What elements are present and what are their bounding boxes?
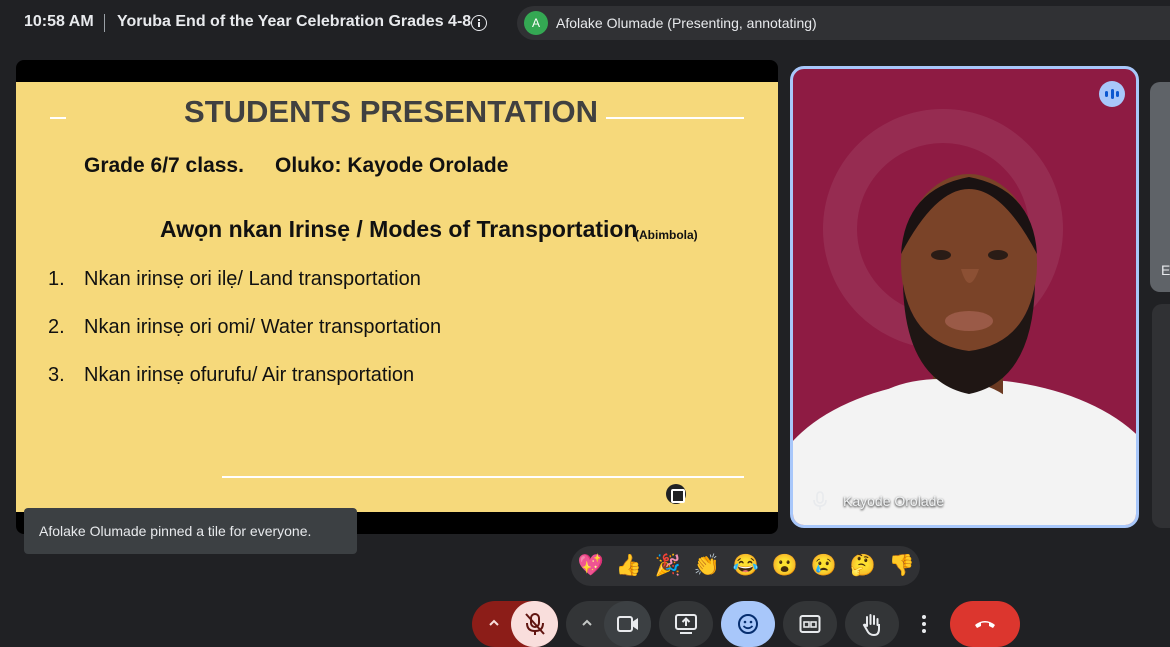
raise-hand-icon <box>862 614 880 636</box>
present-to-all-icon <box>675 614 697 634</box>
reaction-surprised[interactable]: 😮 <box>771 552 799 580</box>
list-text: Nkan irinsẹ ofurufu/ Air transportation <box>84 364 415 386</box>
slide-heading-note: (Abimbola) <box>635 228 698 242</box>
list-text: Nkan irinsẹ ori omi/ Water transportatio… <box>84 316 442 338</box>
call-end-icon <box>975 621 995 628</box>
slide-control-icon[interactable] <box>666 484 686 504</box>
notification-toast: Afolake Olumade pinned a tile for everyo… <box>24 508 357 554</box>
speaking-indicator-icon <box>1099 81 1125 107</box>
side-participant-tile[interactable] <box>1152 304 1170 528</box>
more-vert-icon <box>922 615 926 633</box>
slide-rule <box>222 476 744 478</box>
slide-heading: Awọn nkan Irinsẹ / Modes of Transportati… <box>160 216 638 242</box>
presentation-slide: STUDENTS PRESENTATION Grade 6/7 class. O… <box>16 82 778 512</box>
side-participant-tile[interactable]: E <box>1150 82 1170 292</box>
participant-video <box>793 174 1136 525</box>
participant-name: Kayode Orolade <box>843 493 945 509</box>
reaction-thumbs-up[interactable]: 👍 <box>615 552 643 580</box>
presenter-chip[interactable]: A Afolake Olumade (Presenting, annotatin… <box>517 6 1170 40</box>
reaction-thinking[interactable]: 🤔 <box>849 552 877 580</box>
reaction-laugh[interactable]: 😂 <box>732 552 760 580</box>
list-text: Nkan irinsẹ ori ilẹ/ Land transportation <box>84 268 421 290</box>
divider <box>104 14 105 32</box>
camera-toggle-button[interactable] <box>604 601 651 647</box>
mic-toggle-button[interactable] <box>511 601 558 647</box>
captions-button[interactable] <box>783 601 837 647</box>
side-participant-initial: E <box>1161 262 1170 278</box>
meeting-title: Yoruba End of the Year Celebration Grade… <box>117 13 472 30</box>
present-screen-button[interactable] <box>659 601 713 647</box>
reaction-thumbs-down[interactable]: 👎 <box>888 552 916 580</box>
slide-class-label: Grade 6/7 class. <box>84 154 244 177</box>
reaction-party[interactable]: 🎉 <box>654 552 682 580</box>
mic-control-group <box>472 601 558 647</box>
clock: 10:58 AM <box>24 13 94 30</box>
presentation-frame: STUDENTS PRESENTATION Grade 6/7 class. O… <box>16 60 778 534</box>
list-number: 3. <box>48 364 65 386</box>
reaction-sad[interactable]: 😢 <box>810 552 838 580</box>
camera-control-group <box>566 601 651 647</box>
pin-icon[interactable] <box>813 491 827 511</box>
more-options-button[interactable] <box>907 601 941 647</box>
chevron-up-icon[interactable] <box>581 617 593 629</box>
smiley-icon <box>738 614 758 634</box>
list-number: 1. <box>48 268 65 290</box>
videocam-icon <box>617 616 638 632</box>
reaction-heart[interactable]: 💖 <box>577 552 605 580</box>
presenter-label: Afolake Olumade (Presenting, annotating) <box>556 15 817 31</box>
slide-teacher-label: Oluko: Kayode Orolade <box>275 154 509 177</box>
top-bar: 10:58 AM Yoruba End of the Year Celebrat… <box>0 0 1170 46</box>
slide-title: STUDENTS PRESENTATION <box>184 94 598 129</box>
reaction-clap[interactable]: 👏 <box>693 552 721 580</box>
reactions-bar: 💖 👍 🎉 👏 😂 😮 😢 🤔 👎 <box>571 546 920 586</box>
info-icon[interactable] <box>471 15 487 31</box>
toast-message: Afolake Olumade pinned a tile for everyo… <box>39 523 312 539</box>
slide-list-item: 2. Nkan irinsẹ ori omi/ Water transportat… <box>48 316 441 339</box>
slide-list-item: 1. Nkan irinsẹ ori ilẹ/ Land transportati… <box>48 268 421 291</box>
participant-tile[interactable]: Kayode Orolade <box>790 66 1139 528</box>
slide-list-item: 3. Nkan irinsẹ ofurufu/ Air transportatio… <box>48 364 414 387</box>
presenter-avatar: A <box>524 11 548 35</box>
chevron-up-icon[interactable] <box>488 617 500 629</box>
raise-hand-button[interactable] <box>845 601 899 647</box>
closed-caption-icon <box>799 615 821 633</box>
mic-off-icon <box>525 613 545 635</box>
list-number: 2. <box>48 316 65 338</box>
leave-call-button[interactable] <box>950 601 1020 647</box>
reactions-button[interactable] <box>721 601 775 647</box>
